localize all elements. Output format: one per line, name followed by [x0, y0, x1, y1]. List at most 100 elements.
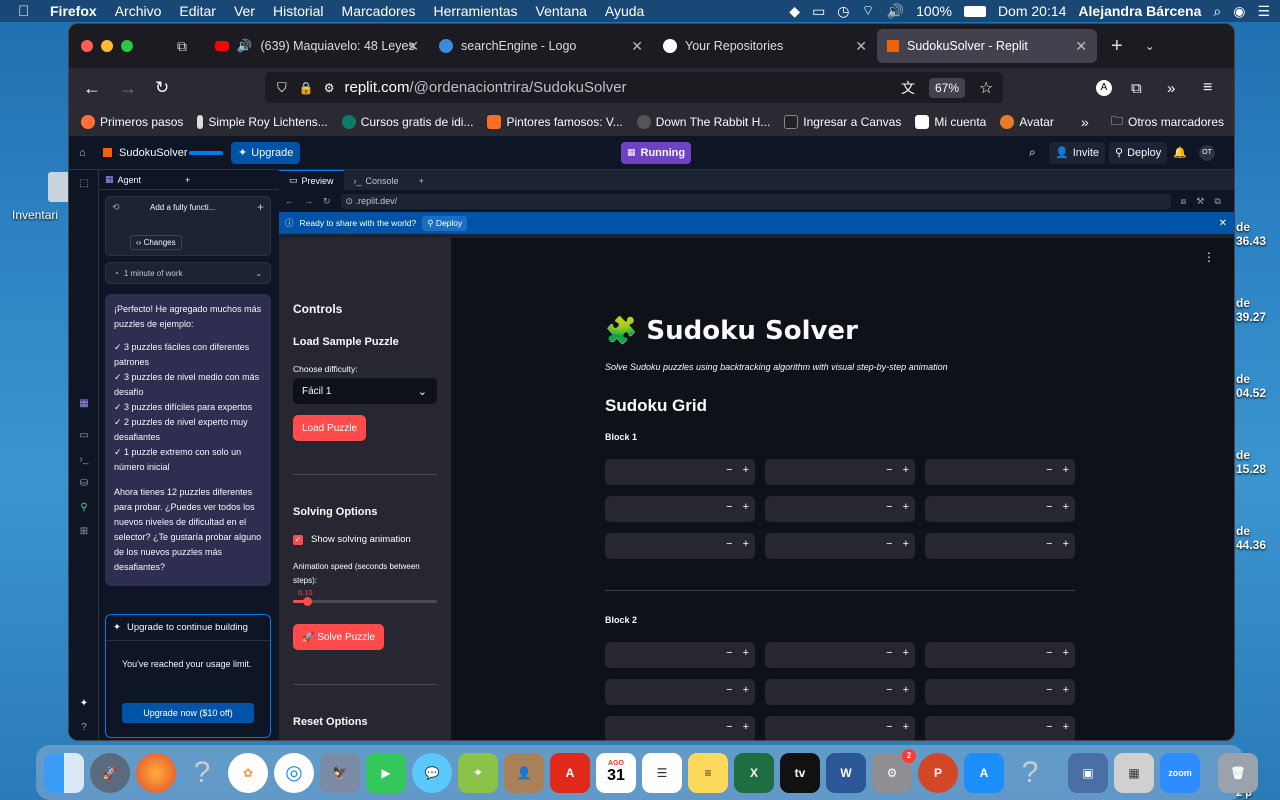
menu-marcadores[interactable]: Marcadores	[342, 3, 416, 19]
safari-icon[interactable]: ◎	[274, 752, 314, 793]
deploy-header-button[interactable]: ⚲ Deploy	[1109, 141, 1168, 164]
home-icon[interactable]: ⌂	[79, 147, 86, 159]
decrement-button[interactable]: −	[726, 538, 732, 550]
account-icon[interactable]: A	[1096, 80, 1112, 96]
user-name[interactable]: Alejandra Bárcena	[1078, 3, 1201, 19]
decrement-button[interactable]: −	[886, 721, 892, 733]
close-window-button[interactable]	[81, 40, 93, 52]
increment-button[interactable]: +	[743, 684, 749, 696]
photos-icon[interactable]: ✿	[228, 752, 268, 793]
increment-button[interactable]: +	[903, 538, 909, 550]
preview-monitor-icon[interactable]: ▭	[77, 430, 91, 444]
number-input[interactable]: − +	[605, 459, 755, 485]
system-settings-icon[interactable]: ⚙ 2	[872, 748, 916, 793]
tab-console[interactable]: ›_ Console	[344, 172, 409, 190]
number-input[interactable]: − +	[765, 459, 915, 485]
user-avatar[interactable]: OT	[1199, 144, 1215, 161]
number-input[interactable]: − +	[765, 679, 915, 705]
minimize-window-button[interactable]	[101, 40, 113, 52]
powerpoint-icon[interactable]: P	[918, 752, 958, 793]
decrement-button[interactable]: −	[886, 464, 892, 476]
speaker-icon[interactable]: 🔊	[237, 39, 253, 54]
database-icon[interactable]: ⛁	[77, 478, 91, 492]
increment-button[interactable]: +	[1063, 501, 1069, 513]
bookmark-roy-lichtenstein[interactable]: Simple Roy Lichtens...	[197, 115, 328, 129]
decrement-button[interactable]: −	[1046, 647, 1052, 659]
difficulty-select[interactable]: Fácil 1 ⌄	[293, 378, 437, 404]
acrobat-icon[interactable]: A	[550, 752, 590, 793]
close-tab-icon[interactable]: ✕	[631, 38, 643, 55]
desktop-item-4[interactable]: de 15.28	[1236, 448, 1266, 476]
increment-button[interactable]: +	[743, 464, 749, 476]
increment-button[interactable]: +	[1063, 538, 1069, 550]
unknown-app-icon[interactable]: ?	[182, 753, 222, 793]
time-machine-icon[interactable]: ◷	[837, 3, 849, 20]
close-tab-icon[interactable]: ✕	[855, 38, 867, 55]
preview-url-field[interactable]: ⊙ .replit.dev/	[340, 193, 1171, 209]
replit-logo-icon[interactable]	[103, 148, 112, 157]
decrement-button[interactable]: −	[726, 721, 732, 733]
increment-button[interactable]: +	[743, 538, 749, 550]
slider-thumb[interactable]	[303, 597, 313, 606]
preview-icon[interactable]: 🦅	[320, 752, 360, 793]
increment-button[interactable]: +	[903, 721, 909, 733]
number-input[interactable]: − +	[605, 496, 755, 522]
bookmark-star-icon[interactable]: ☆	[979, 78, 993, 98]
preview-back-icon[interactable]: ←	[285, 196, 294, 206]
maps-icon[interactable]: ⌖	[458, 752, 498, 793]
load-puzzle-button[interactable]: Load Puzzle	[293, 415, 367, 441]
preview-forward-icon[interactable]: →	[304, 196, 313, 206]
number-input[interactable]: − +	[925, 533, 1075, 559]
deploy-rail-icon[interactable]: ⚲	[77, 502, 91, 516]
number-input[interactable]: − +	[925, 679, 1075, 705]
increment-button[interactable]: +	[743, 721, 749, 733]
lock-icon[interactable]: 🔒	[299, 81, 314, 95]
decrement-button[interactable]: −	[1046, 684, 1052, 696]
increment-button[interactable]: +	[903, 464, 909, 476]
bookmark-otros-marcadores[interactable]: 🗀 Otros marcadores	[1111, 112, 1224, 133]
increment-button[interactable]: +	[1063, 647, 1069, 659]
upgrade-now-button[interactable]: Upgrade now ($10 off)	[122, 703, 254, 723]
increment-button[interactable]: +	[1063, 684, 1069, 696]
number-input[interactable]: − +	[765, 496, 915, 522]
menu-archivo[interactable]: Archivo	[115, 3, 162, 19]
devtools-icon[interactable]: ⚒	[1196, 196, 1204, 207]
app-menu-icon[interactable]: ⋮	[1203, 250, 1215, 264]
reload-icon[interactable]: ↻	[155, 78, 169, 98]
control-center-icon[interactable]: ☰	[1257, 3, 1270, 20]
bookmark-mi-cuenta[interactable]: Mi cuenta	[915, 115, 986, 129]
calendar-icon[interactable]: AGO 31	[596, 752, 636, 793]
work-time-row[interactable]: ◔ 1 minute of work ⌄	[105, 262, 271, 284]
bookmarks-overflow-icon[interactable]: »	[1081, 114, 1089, 130]
tab-replit[interactable]: SudokuSolver - Replit ✕	[877, 29, 1097, 63]
all-tools-icon[interactable]: ⊞	[77, 526, 91, 540]
decrement-button[interactable]: −	[1046, 501, 1052, 513]
trash-icon[interactable]: 🗑	[1218, 752, 1258, 793]
new-tab-icon[interactable]: +	[1111, 35, 1123, 58]
menu-herramientas[interactable]: Herramientas	[433, 3, 517, 19]
apple-tv-icon[interactable]: tv	[780, 752, 820, 793]
zoom-window-button[interactable]	[121, 40, 133, 52]
increment-button[interactable]: +	[1063, 464, 1069, 476]
bookmark-pintores-famosos[interactable]: Pintores famosos: V...	[487, 115, 623, 129]
back-arrow-icon[interactable]: ←	[83, 78, 101, 99]
number-input[interactable]: − +	[765, 642, 915, 668]
tab-list-chevron-icon[interactable]: ⌄	[1145, 39, 1155, 53]
increment-button[interactable]: +	[743, 647, 749, 659]
add-icon[interactable]: +	[257, 200, 264, 214]
number-input[interactable]: − +	[605, 642, 755, 668]
url-bar[interactable]: ⛉ 🔒 ⚙ replit.com /@ordenaciontrira/Sudok…	[265, 72, 1003, 103]
desktop-item-5[interactable]: de 44.36	[1236, 524, 1266, 552]
spotlight-icon[interactable]: ⌕	[1213, 3, 1221, 20]
desktop-item-1[interactable]: de 36.43	[1236, 220, 1266, 248]
banner-deploy-button[interactable]: ⚲ Deploy	[422, 215, 468, 231]
decrement-button[interactable]: −	[726, 647, 732, 659]
tab-preview[interactable]: ▭ Preview	[279, 170, 344, 190]
zoom-icon[interactable]: zoom	[1160, 752, 1200, 793]
number-input[interactable]: − +	[605, 679, 755, 705]
sparkle-icon[interactable]: ✦	[77, 698, 91, 712]
decrement-button[interactable]: −	[726, 464, 732, 476]
number-input[interactable]: − +	[765, 716, 915, 740]
files-icon[interactable]: ⬚	[77, 178, 91, 192]
shield-icon[interactable]: ⛉	[277, 80, 287, 96]
